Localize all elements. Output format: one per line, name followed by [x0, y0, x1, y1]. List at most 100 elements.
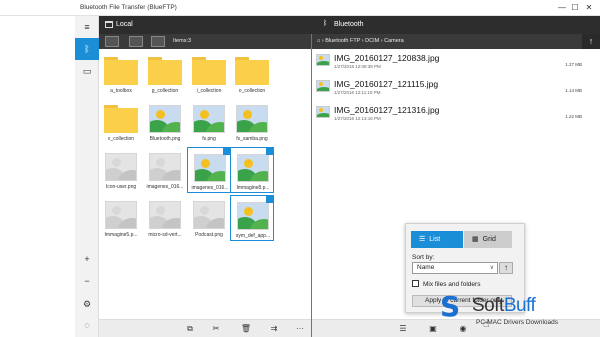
local-command-bar: ⧉ ✂ 🗑 ⇉ ···	[99, 319, 311, 337]
local-file-grid: a_toolbox g_collection i_collection o_colle…	[99, 49, 311, 319]
image-thumbnail-icon	[193, 105, 225, 133]
list-view-label: List	[429, 236, 441, 243]
folder-icon[interactable]: ▭	[75, 60, 99, 82]
view-options-icon[interactable]: ☰	[396, 323, 410, 335]
remote-file-size: 1.22 MB	[565, 114, 582, 119]
remote-file-size: 1.14 MB	[565, 88, 582, 93]
file-name: sym_def_app...	[235, 233, 271, 239]
bluetooth-icon[interactable]: ᛒ	[75, 38, 99, 60]
remote-file-row[interactable]: IMG_20160127_121115.jpg 1/27/2016 12:11:1…	[312, 76, 600, 100]
folder-icon	[104, 105, 138, 133]
file-name: g_collection	[151, 88, 179, 94]
window-title: Bluetooth File Transfer (BlueFTP)	[80, 4, 177, 11]
select-icon[interactable]: ▣	[426, 323, 440, 335]
file-name: Bluetooth.png	[149, 136, 181, 142]
folder-tile[interactable]: g_collection	[143, 51, 187, 97]
breadcrumb[interactable]: ⌂ › Bluetooth FTP › DCIM › Camera	[317, 38, 404, 44]
grid-view-label: Grid	[482, 236, 496, 243]
maximize-button[interactable]: ☐	[569, 2, 581, 14]
image-file-icon	[316, 80, 330, 92]
image-tile[interactable]: Immagine8.p...	[230, 147, 274, 193]
image-thumbnail-icon	[149, 105, 181, 133]
image-tile[interactable]: Podcast.png	[187, 195, 231, 241]
image-file-icon	[316, 54, 330, 66]
file-name: v_collection	[107, 136, 135, 142]
title-bar: Bluetooth File Transfer (BlueFTP) — ☐ ✕	[0, 0, 600, 16]
folder-tile[interactable]: v_collection	[99, 99, 143, 145]
tiles-view-button[interactable]	[105, 36, 119, 47]
file-name: o_collection	[238, 88, 266, 94]
file-name: imagenes_016...	[191, 185, 229, 191]
list-icon: ☰	[419, 236, 426, 243]
share-button[interactable]	[151, 36, 165, 47]
watermark-logo: S	[440, 290, 461, 323]
image-tile[interactable]: fs.png	[187, 99, 231, 145]
remote-file-date: 1/27/2016 12:11:15 PM	[334, 90, 381, 95]
list-view-tab[interactable]: ☰ List	[411, 231, 463, 248]
remote-file-name: IMG_20160127_121316.jpg	[334, 105, 440, 115]
cut-icon[interactable]: ✂	[209, 323, 223, 335]
checkbox-box[interactable]	[412, 280, 419, 287]
items-count: Items:3	[173, 38, 192, 44]
hamburger-icon[interactable]: ≡	[75, 16, 99, 38]
remote-file-row[interactable]: IMG_20160127_120838.jpg 1/27/2016 12:08:3…	[312, 50, 600, 74]
image-tile[interactable]: imagenes_016...	[143, 147, 187, 193]
sort-direction-button[interactable]: ↑	[499, 262, 513, 274]
image-thumbnail-icon	[194, 154, 226, 182]
gear-icon[interactable]: ⚙	[75, 293, 99, 315]
image-tile[interactable]: Immagine5.p...	[99, 195, 143, 241]
up-arrow-button[interactable]: ↑	[582, 34, 600, 49]
selected-check-icon	[266, 148, 273, 155]
more-icon[interactable]: ···	[293, 323, 307, 335]
watermark-name-b: Buff	[503, 295, 536, 316]
image-thumbnail-icon	[237, 154, 269, 182]
grid-view-tab[interactable]: ▦ Grid	[464, 231, 512, 248]
file-name: fs_samba.png	[236, 136, 268, 142]
image-tile[interactable]: sym_def_app...	[230, 195, 274, 241]
nav-rail: ≡ ᛒ ▭ + − ⚙ ◌	[75, 16, 99, 337]
plus-icon[interactable]: +	[75, 248, 99, 270]
file-name: fs.png	[202, 136, 216, 142]
selected-check-icon	[223, 148, 230, 155]
image-tile[interactable]: imagenes_016...	[187, 147, 231, 193]
send-icon[interactable]: ⇉	[267, 323, 281, 335]
delete-icon[interactable]: 🗑	[239, 323, 253, 335]
image-tile[interactable]: fs_samba.png	[230, 99, 274, 145]
folder-tile[interactable]: a_toolbox	[99, 51, 143, 97]
sort-by-label: Sort by:	[412, 254, 435, 261]
file-name: Immagine5.p...	[104, 232, 138, 238]
lightbulb-icon[interactable]: ◌	[75, 314, 99, 336]
folder-icon	[192, 57, 226, 85]
local-toolbar: Items:3	[99, 34, 311, 49]
remote-file-row[interactable]: IMG_20160127_121316.jpg 1/27/2016 12:13:1…	[312, 102, 600, 126]
remote-file-name: IMG_20160127_121115.jpg	[334, 79, 439, 89]
folder-icon	[235, 57, 269, 85]
close-button[interactable]: ✕	[583, 2, 595, 14]
bluetooth-small-icon: ᛒ	[323, 20, 328, 27]
sort-by-select[interactable]: Name ∨	[412, 262, 498, 274]
media-view-button[interactable]	[129, 36, 143, 47]
copy-icon[interactable]: ⧉	[183, 323, 197, 335]
folder-tile[interactable]: o_collection	[230, 51, 274, 97]
image-tile[interactable]: micro-sd-vert...	[143, 195, 187, 241]
file-name: imagenes_016...	[146, 184, 184, 190]
file-name: a_toolbox	[110, 88, 132, 94]
minus-icon[interactable]: −	[75, 270, 99, 292]
folder-icon	[104, 57, 138, 85]
file-name: micro-sd-vert...	[148, 232, 182, 238]
watermark-name-a: Soft	[472, 295, 504, 316]
image-thumbnail-icon	[149, 201, 181, 229]
chevron-down-icon: ∨	[489, 265, 494, 271]
sort-by-value: Name	[417, 264, 435, 271]
watermark-name: SoftBuff	[472, 295, 536, 317]
remote-file-name: IMG_20160127_120838.jpg	[334, 53, 440, 63]
file-name: Icon-user.png	[105, 184, 137, 190]
folder-tile[interactable]: i_collection	[187, 51, 231, 97]
minimize-button[interactable]: —	[556, 2, 568, 14]
local-pane-header: Local	[99, 16, 311, 34]
remote-file-size: 1.27 MB	[565, 62, 582, 67]
local-folder-icon	[105, 21, 113, 28]
remote-toolbar: ⌂ › Bluetooth FTP › DCIM › Camera ↑	[311, 34, 600, 49]
image-tile[interactable]: Bluetooth.png	[143, 99, 187, 145]
image-tile[interactable]: Icon-user.png	[99, 147, 143, 193]
